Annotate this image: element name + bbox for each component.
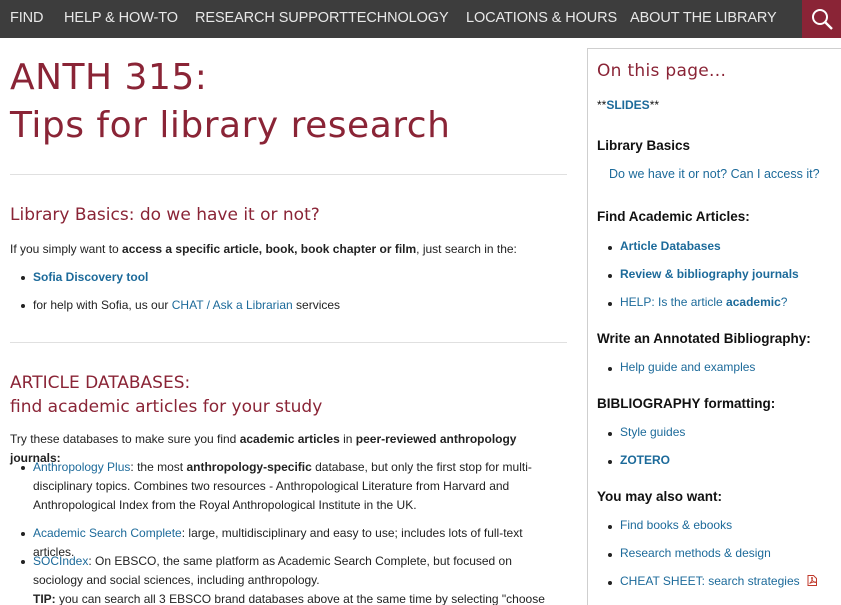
list-item: SOCIndex: On EBSCO, the same platform as… [21, 552, 553, 605]
library-basics-intro: If you simply want to access a specific … [10, 242, 517, 256]
sidebar-heading-bibliography-formatting: BIBLIOGRAPHY formatting: [597, 396, 776, 411]
academic-search-complete-link[interactable]: Academic Search Complete [33, 526, 182, 540]
sidebar-item-cheat-sheet[interactable]: CHEAT SHEET: search strategies [608, 574, 817, 588]
top-navigation-bar: FIND HELP & HOW-TO RESEARCH SUPPORT TECH… [0, 0, 841, 38]
nav-item-research-support[interactable]: RESEARCH SUPPORT [195, 0, 348, 38]
search-icon [812, 9, 833, 30]
anthropology-plus-link[interactable]: Anthropology Plus [33, 460, 130, 474]
search-button[interactable] [802, 0, 841, 38]
page-title-line-2: Tips for library research [10, 105, 451, 146]
list-item: Sofia Discovery tool [21, 268, 553, 287]
sidebar-item-books[interactable]: Find books & ebooks [607, 518, 732, 532]
page-title: ANTH 315: Tips for library research [10, 54, 570, 150]
sidebar-heading-articles: Find Academic Articles: [597, 209, 750, 224]
sidebar-item-article-databases[interactable]: Article Databases [608, 239, 721, 253]
sidebar-title: On this page... [597, 61, 727, 81]
nav-item-help[interactable]: HELP & HOW-TO [64, 0, 178, 38]
sofia-discovery-link[interactable]: Sofia Discovery tool [33, 270, 148, 284]
divider [10, 342, 567, 343]
sidebar-link-basics[interactable]: Do we have it or not? Can I access it? [609, 167, 820, 181]
page-title-line-1: ANTH 315: [10, 57, 208, 98]
sidebar-heading-also-want: You may also want: [597, 489, 723, 504]
nav-item-about[interactable]: ABOUT THE LIBRARY [630, 0, 777, 38]
chat-link[interactable]: CHAT [172, 298, 204, 312]
sidebar-item-review-journals[interactable]: Review & bibliography journals [608, 267, 799, 281]
sidebar-item-zotero[interactable]: ZOTERO [608, 453, 670, 467]
pdf-icon [807, 575, 817, 586]
nav-item-locations-hours[interactable]: LOCATIONS & HOURS [466, 0, 617, 38]
tip-text: you can search all 3 EBSCO brand databas… [55, 592, 545, 605]
slides-item: **SLIDES** [597, 98, 660, 112]
library-basics-heading: Library Basics: do we have it or not? [10, 205, 320, 225]
sidebar-item-style-guides[interactable]: Style guides [607, 425, 685, 439]
nav-item-technology[interactable]: TECHNOLOGY [348, 0, 449, 38]
ask-a-librarian-link[interactable]: Ask a Librarian [213, 298, 293, 312]
sidebar-item-help-guide[interactable]: Help guide and examples [607, 360, 755, 374]
nav-item-find[interactable]: FIND [10, 0, 44, 38]
divider [10, 174, 567, 175]
article-databases-subheading: find academic articles for your study [10, 397, 323, 417]
sidebar-item-help-academic[interactable]: HELP: Is the article academic? [607, 295, 787, 309]
sidebar-item-research-methods[interactable]: Research methods & design [608, 546, 771, 560]
sidebar-heading-library-basics: Library Basics [597, 138, 691, 153]
article-databases-heading: ARTICLE DATABASES: [10, 373, 191, 393]
tip-label: TIP: [33, 592, 56, 605]
on-this-page-sidebar: On this page... **SLIDES** Library Basic… [587, 48, 841, 605]
sidebar-heading-annotated-bibliography: Write an Annotated Bibliography: [597, 331, 811, 346]
socindex-link[interactable]: SOCIndex [33, 554, 88, 568]
slides-link[interactable]: SLIDES [606, 98, 649, 112]
list-item: Anthropology Plus: the most anthropology… [21, 458, 553, 515]
list-item: for help with Sofia, us our CHAT / Ask a… [21, 296, 553, 315]
